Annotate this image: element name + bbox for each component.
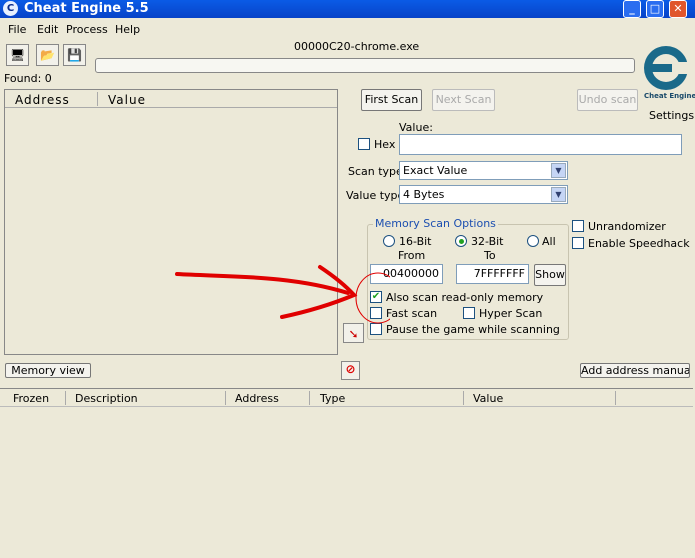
scan-type-value: Exact Value — [403, 164, 468, 177]
label-all: All — [542, 235, 556, 248]
value-type-select[interactable]: 4 Bytes ▼ — [399, 185, 568, 204]
results-header: Address Value — [5, 90, 337, 108]
window-title: Cheat Engine 5.5 — [24, 1, 149, 16]
open-process-icon[interactable]: 🖥 — [6, 44, 29, 66]
scan-type-select[interactable]: Exact Value ▼ — [399, 161, 568, 180]
col-value[interactable]: Value — [108, 93, 146, 107]
save-icon[interactable]: 💾 — [63, 44, 86, 66]
col-divider — [309, 391, 310, 405]
hyper-scan-label: Hyper Scan — [479, 307, 543, 320]
chevron-down-icon[interactable]: ▼ — [551, 187, 566, 202]
address-list-header: Frozen Description Address Type Value — [0, 389, 693, 407]
speedhack-checkbox[interactable] — [572, 237, 584, 249]
show-button[interactable]: Show — [534, 264, 566, 286]
settings-link[interactable]: Settings — [649, 109, 694, 122]
value-type-value: 4 Bytes — [403, 188, 445, 201]
menu-bar: File Edit Process Help — [0, 19, 695, 39]
to-label: To — [484, 249, 496, 262]
col-address[interactable]: Address — [235, 392, 279, 405]
red-annotation-arrow-icon — [175, 265, 390, 324]
menu-process[interactable]: Process — [66, 23, 108, 36]
process-name: 00000C20-chrome.exe — [294, 40, 420, 53]
unrandomizer-label: Unrandomizer — [588, 220, 666, 233]
chevron-down-icon[interactable]: ▼ — [551, 163, 566, 178]
next-scan-button[interactable]: Next Scan — [432, 89, 495, 111]
label-16bit: 16-Bit — [399, 235, 432, 248]
value-label: Value: — [399, 121, 433, 134]
col-address[interactable]: Address — [15, 93, 70, 107]
label-32bit: 32-Bit — [471, 235, 504, 248]
col-value[interactable]: Value — [473, 392, 503, 405]
no-entry-icon[interactable]: ⊘ — [341, 361, 360, 380]
readonly-label: Also scan read-only memory — [386, 291, 544, 304]
minimize-button[interactable]: _ — [623, 0, 641, 18]
col-divider — [615, 391, 616, 405]
found-count: Found: 0 — [4, 72, 52, 85]
col-frozen[interactable]: Frozen — [13, 392, 49, 405]
col-divider — [463, 391, 464, 405]
hyper-scan-checkbox[interactable] — [463, 307, 475, 319]
col-description[interactable]: Description — [75, 392, 138, 405]
fast-scan-label: Fast scan — [386, 307, 438, 320]
speedhack-label: Enable Speedhack — [588, 237, 690, 250]
value-type-label: Value type — [346, 189, 405, 202]
cheat-engine-icon: C — [3, 1, 18, 16]
from-label: From — [398, 249, 426, 262]
title-bar: C Cheat Engine 5.5 _ □ ✕ — [0, 0, 695, 18]
logo-text: Cheat Engine — [644, 92, 695, 100]
radio-32bit[interactable] — [455, 235, 467, 247]
col-type[interactable]: Type — [320, 392, 345, 405]
cheat-engine-logo[interactable]: Cheat Engine — [640, 40, 695, 102]
address-list[interactable]: Frozen Description Address Type Value — [0, 388, 693, 558]
hex-label: Hex — [374, 138, 396, 151]
pause-label: Pause the game while scanning — [386, 323, 560, 336]
menu-help[interactable]: Help — [115, 23, 140, 36]
value-input[interactable] — [399, 134, 682, 155]
scan-type-label: Scan type — [348, 165, 403, 178]
memory-options-title: Memory Scan Options — [373, 217, 498, 230]
hex-checkbox[interactable] — [358, 138, 370, 150]
radio-16bit[interactable] — [383, 235, 395, 247]
memory-view-button[interactable]: Memory view — [5, 363, 91, 378]
menu-file[interactable]: File — [8, 23, 26, 36]
unrandomizer-checkbox[interactable] — [572, 220, 584, 232]
col-divider — [97, 92, 98, 106]
radio-all[interactable] — [527, 235, 539, 247]
first-scan-button[interactable]: First Scan — [361, 89, 422, 111]
close-button[interactable]: ✕ — [669, 0, 687, 18]
to-address-input[interactable]: 7FFFFFFF — [456, 264, 529, 284]
open-file-icon[interactable]: 📂 — [36, 44, 59, 66]
scan-progress-bar — [95, 58, 635, 73]
col-divider — [225, 391, 226, 405]
col-divider — [65, 391, 66, 405]
maximize-button[interactable]: □ — [646, 0, 664, 18]
menu-edit[interactable]: Edit — [37, 23, 58, 36]
undo-scan-button[interactable]: Undo scan — [577, 89, 638, 111]
add-address-manually-button[interactable]: Add address manually — [580, 363, 690, 378]
